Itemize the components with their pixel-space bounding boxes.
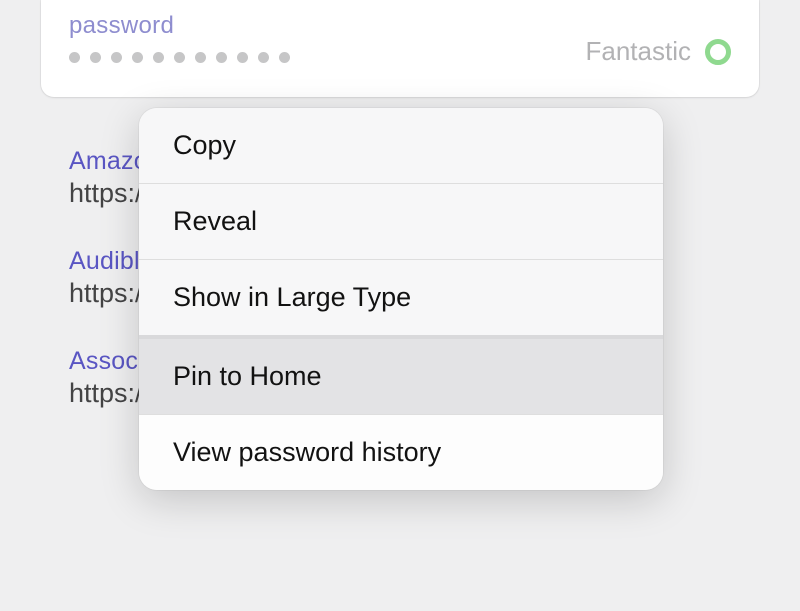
- password-label: password: [69, 12, 290, 40]
- password-strength: Fantastic: [586, 36, 732, 67]
- menu-item-password-history[interactable]: View password history: [139, 415, 663, 490]
- password-masked-dots: [69, 52, 290, 63]
- menu-item-pin-to-home[interactable]: Pin to Home: [139, 339, 663, 415]
- menu-item-reveal[interactable]: Reveal: [139, 184, 663, 260]
- context-menu: Copy Reveal Show in Large Type Pin to Ho…: [139, 108, 663, 490]
- strength-ring-icon: [705, 39, 731, 65]
- menu-item-copy[interactable]: Copy: [139, 108, 663, 184]
- password-card[interactable]: password Fantastic: [41, 0, 759, 97]
- password-field: password: [69, 12, 290, 63]
- strength-label: Fantastic: [586, 36, 692, 67]
- menu-item-large-type[interactable]: Show in Large Type: [139, 260, 663, 339]
